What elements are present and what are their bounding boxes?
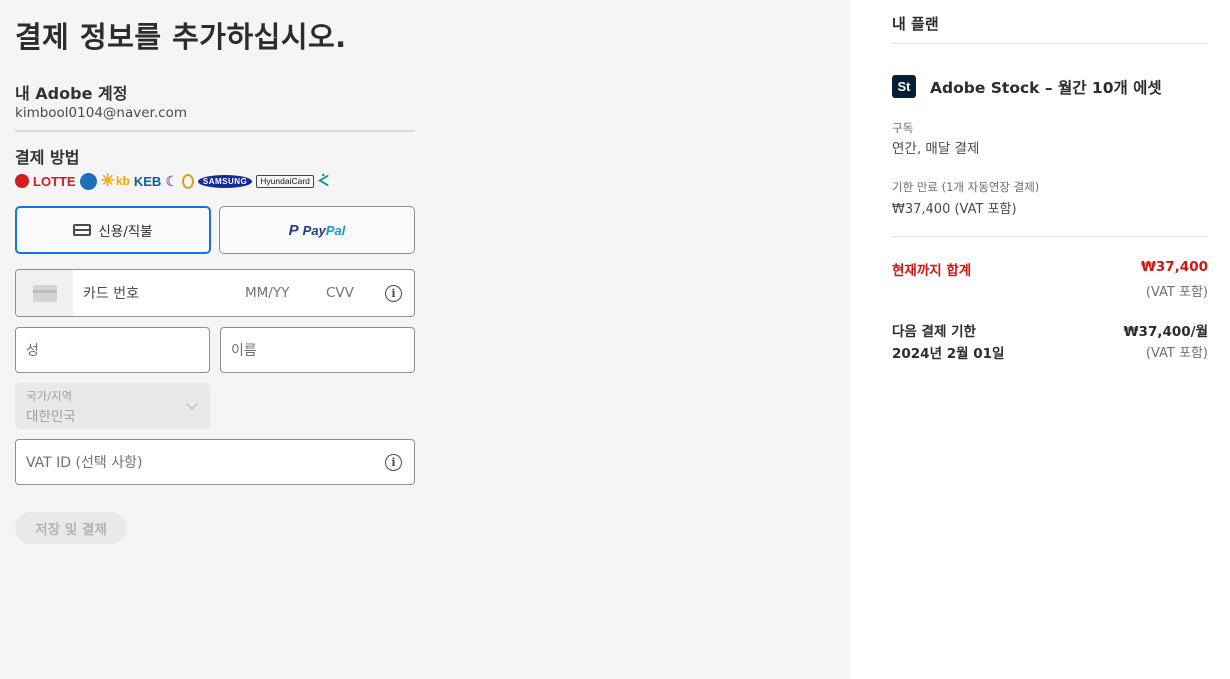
expiry-value: ₩37,400 (VAT 포함) (892, 202, 1017, 217)
credit-debit-label: 신용/직불 (98, 224, 153, 240)
credit-card-icon (32, 284, 57, 302)
next-payment-date: 2024년 2월 01일 (892, 346, 1005, 362)
next-payment-row: 다음 결제 기한 2024년 2월 01일 ₩37,400/월 (VAT 포함) (892, 320, 1208, 362)
card-details-field[interactable]: 카드 번호 MM/YY CVV i (15, 269, 415, 317)
cvv-input[interactable]: CVV (326, 270, 354, 316)
vat-id-field[interactable]: VAT ID (선택 사항) i (15, 439, 415, 485)
paypal-tab[interactable]: P PayPal (219, 206, 415, 254)
plan-summary-panel: 내 플랜 St Adobe Stock – 월간 10개 에셋 구독 연간, 매… (850, 0, 1230, 679)
card-number-input[interactable]: 카드 번호 (83, 270, 139, 316)
credit-card-icon (73, 224, 92, 236)
keb-card-logo: KEB (133, 173, 162, 189)
account-email: kimbool0104@naver.com (15, 105, 187, 121)
lotte-card-logo: LOTTE (15, 172, 76, 190)
coin-card-logo (181, 173, 194, 189)
first-name-field[interactable]: 이름 (220, 327, 415, 373)
vat-id-placeholder: VAT ID (선택 사항) (26, 455, 143, 471)
hyundai-card-logo: HyundaiCard (256, 174, 314, 188)
info-icon[interactable]: i (385, 454, 402, 471)
payment-method-label: 결제 방법 (15, 148, 80, 167)
samsung-card-logo: SAMSUNG (197, 174, 253, 188)
subscription-value: 연간, 매달 결제 (892, 141, 980, 157)
star-card-logo: ✳ (100, 171, 115, 190)
adobe-stock-icon: St (892, 75, 916, 98)
chevron-down-icon (186, 398, 198, 410)
save-and-pay-button[interactable]: 저장 및 결제 (15, 512, 127, 544)
expiry-caption: 기한 만료 (1개 자동연장 결제) (892, 180, 1040, 194)
moon-card-logo: ☾ (165, 172, 178, 189)
next-payment-amount: ₩37,400/월 (1123, 324, 1208, 340)
info-icon[interactable]: i (385, 285, 402, 302)
page-title: 결제 정보를 추가하십시오. (15, 20, 347, 54)
paypal-logo: PayPal (302, 222, 346, 238)
last-name-field[interactable]: 성 (15, 327, 210, 373)
total-amount: ₩37,400 (1141, 259, 1208, 275)
total-vat-note: (VAT 포함) (1145, 285, 1208, 300)
divider (892, 236, 1208, 237)
paypal-icon: P (288, 221, 299, 239)
subscription-caption: 구독 (892, 121, 914, 135)
country-select: 국가/지역 대한민국 (15, 383, 210, 429)
card-type-box (16, 270, 73, 316)
expiry-input[interactable]: MM/YY (245, 270, 289, 316)
card-logos: LOTTE ✳ kb KEB ☾ SAMSUNG HyundaiCard ᢵ (15, 171, 329, 190)
total-to-date-row: 현재까지 합계 ₩37,400 (VAT 포함) (892, 259, 1208, 300)
plan-title: 내 플랜 (892, 15, 939, 33)
account-label: 내 Adobe 계정 (15, 84, 128, 103)
country-value: 대한민국 (26, 409, 76, 425)
product-name: Adobe Stock – 월간 10개 에셋 (930, 79, 1162, 97)
checkout-panel: 결제 정보를 추가하십시오. 내 Adobe 계정 kimbool0104@na… (0, 0, 850, 679)
country-caption: 국가/지역 (26, 389, 73, 403)
leaf-card-logo: ᢵ (317, 172, 329, 190)
globe-card-logo (79, 172, 97, 190)
credit-debit-tab[interactable]: 신용/직불 (15, 206, 211, 254)
divider (15, 130, 415, 132)
divider (892, 43, 1208, 44)
next-vat-note: (VAT 포함) (1145, 346, 1208, 361)
total-label: 현재까지 합계 (892, 263, 972, 279)
next-payment-label: 다음 결제 기한 (892, 324, 976, 340)
kb-card-logo: kb (115, 174, 130, 188)
